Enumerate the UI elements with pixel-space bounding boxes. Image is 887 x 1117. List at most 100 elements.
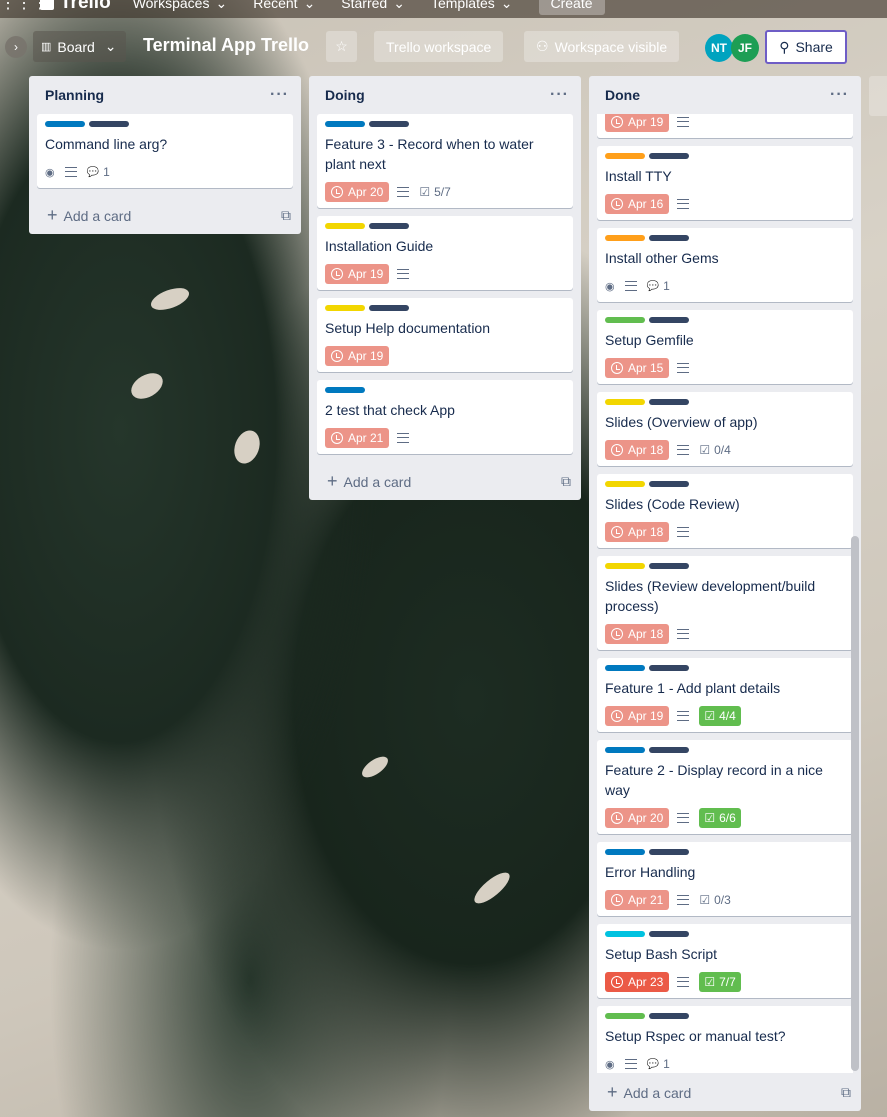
workspace-button[interactable]: Trello workspace xyxy=(374,31,504,62)
card[interactable]: Setup Bash Script Apr 23 ☑ 7/7 xyxy=(597,924,853,998)
label-blue[interactable] xyxy=(605,665,645,671)
nav-starred[interactable]: Starred ⌄ xyxy=(341,0,405,12)
due-date-badge[interactable]: Apr 18 xyxy=(605,624,670,644)
label-navy[interactable] xyxy=(89,121,129,127)
card[interactable]: Feature 3 - Record when to water plant n… xyxy=(317,114,573,208)
card-title: Install other Gems xyxy=(605,250,719,266)
avatar[interactable]: JF xyxy=(731,34,759,62)
card[interactable]: Install TTY Apr 16 xyxy=(597,146,853,220)
label-yellow[interactable] xyxy=(605,399,645,405)
label-orange[interactable] xyxy=(605,153,645,159)
label-green[interactable] xyxy=(605,317,645,323)
due-date-badge[interactable]: Apr 18 xyxy=(605,522,670,542)
due-date-badge[interactable]: Apr 20 xyxy=(325,182,390,202)
create-button[interactable]: Create xyxy=(538,0,605,15)
trello-logo[interactable]: Trello xyxy=(40,0,111,14)
label-yellow[interactable] xyxy=(605,481,645,487)
nav-templates[interactable]: Templates ⌄ xyxy=(431,0,513,12)
due-date-badge[interactable]: Apr 19 xyxy=(325,264,390,284)
due-date-badge[interactable]: Apr 23 xyxy=(605,972,670,992)
label-navy[interactable] xyxy=(649,665,689,671)
apps-grid-icon[interactable]: ⋮⋮⋮ xyxy=(0,0,48,13)
label-navy[interactable] xyxy=(649,399,689,405)
visibility-button[interactable]: ⚇ Workspace visible xyxy=(524,31,680,62)
share-button[interactable]: ⚲ Share xyxy=(765,30,847,64)
scrollbar[interactable] xyxy=(851,536,859,1071)
card[interactable]: Command line arg? ◉ 💬 1 xyxy=(37,114,293,188)
label-orange[interactable] xyxy=(605,235,645,241)
card[interactable]: Apr 19 xyxy=(597,114,853,138)
clock-icon xyxy=(611,198,623,210)
label-navy[interactable] xyxy=(369,121,409,127)
label-navy[interactable] xyxy=(649,317,689,323)
due-date-badge[interactable]: Apr 15 xyxy=(605,358,670,378)
more-icon[interactable]: ··· xyxy=(830,86,849,104)
card[interactable]: 2 test that check App Apr 21 xyxy=(317,380,573,454)
due-date-badge[interactable]: Apr 16 xyxy=(605,194,670,214)
label-blue[interactable] xyxy=(605,849,645,855)
label-yellow[interactable] xyxy=(325,223,365,229)
more-icon[interactable]: ··· xyxy=(270,86,289,104)
add-card-button[interactable]: + Add a card ⧉ xyxy=(29,196,301,234)
label-navy[interactable] xyxy=(649,1013,689,1019)
list-title[interactable]: Doing xyxy=(325,87,365,103)
label-navy[interactable] xyxy=(649,235,689,241)
label-navy[interactable] xyxy=(649,563,689,569)
label-navy[interactable] xyxy=(369,305,409,311)
label-sky[interactable] xyxy=(605,931,645,937)
label-yellow[interactable] xyxy=(605,563,645,569)
card-badges: Apr 20 ☑ 5/7 xyxy=(325,178,565,206)
due-date-text: Apr 16 xyxy=(628,197,664,211)
card[interactable]: Slides (Review development/build process… xyxy=(597,556,853,650)
card-badges: Apr 21 xyxy=(325,424,565,452)
board-title[interactable]: Terminal App Trello xyxy=(143,35,309,56)
card[interactable]: Setup Rspec or manual test? ◉ 💬 1 xyxy=(597,1006,853,1073)
label-navy[interactable] xyxy=(649,481,689,487)
avatar[interactable]: NT xyxy=(705,34,733,62)
card[interactable]: Setup Gemfile Apr 15 xyxy=(597,310,853,384)
card[interactable]: Install other Gems ◉ 💬 1 xyxy=(597,228,853,302)
add-card-button[interactable]: + Add a card ⧉ xyxy=(309,462,581,500)
due-date-badge[interactable]: Apr 19 xyxy=(325,346,390,366)
label-blue[interactable] xyxy=(605,747,645,753)
card[interactable]: Error Handling Apr 21 ☑ 0/3 xyxy=(597,842,853,916)
due-date-badge[interactable]: Apr 21 xyxy=(605,890,670,910)
due-date-badge[interactable]: Apr 20 xyxy=(605,808,670,828)
label-blue[interactable] xyxy=(45,121,85,127)
more-icon[interactable]: ··· xyxy=(550,86,569,104)
board-view-switcher[interactable]: ▥ Board ⌄ xyxy=(33,31,126,62)
list-header[interactable]: Done ··· xyxy=(589,76,861,114)
label-green[interactable] xyxy=(605,1013,645,1019)
label-blue[interactable] xyxy=(325,121,365,127)
expand-sidebar-button[interactable]: › xyxy=(5,36,27,58)
card[interactable]: Feature 1 - Add plant details Apr 19 ☑ 4/4 xyxy=(597,658,853,732)
label-blue[interactable] xyxy=(325,387,365,393)
list-header[interactable]: Planning ··· xyxy=(29,76,301,114)
list-title[interactable]: Planning xyxy=(45,87,104,103)
template-icon[interactable]: ⧉ xyxy=(281,207,291,224)
list-title[interactable]: Done xyxy=(605,87,640,103)
label-navy[interactable] xyxy=(369,223,409,229)
due-date-badge[interactable]: Apr 21 xyxy=(325,428,390,448)
due-date-badge[interactable]: Apr 18 xyxy=(605,440,670,460)
card[interactable]: Installation Guide Apr 19 xyxy=(317,216,573,290)
due-date-badge[interactable]: Apr 19 xyxy=(605,114,670,132)
next-list-edge[interactable] xyxy=(869,76,887,116)
due-date-badge[interactable]: Apr 19 xyxy=(605,706,670,726)
nav-recent[interactable]: Recent ⌄ xyxy=(253,0,315,12)
label-navy[interactable] xyxy=(649,153,689,159)
label-navy[interactable] xyxy=(649,849,689,855)
star-board-button[interactable]: ☆ xyxy=(326,31,357,62)
card[interactable]: Setup Help documentation Apr 19 xyxy=(317,298,573,372)
card[interactable]: Feature 2 - Display record in a nice way… xyxy=(597,740,853,834)
label-yellow[interactable] xyxy=(325,305,365,311)
card[interactable]: Slides (Overview of app) Apr 18 ☑ 0/4 xyxy=(597,392,853,466)
add-card-button[interactable]: + Add a card ⧉ xyxy=(589,1073,861,1111)
label-navy[interactable] xyxy=(649,931,689,937)
template-icon[interactable]: ⧉ xyxy=(841,1084,851,1101)
label-navy[interactable] xyxy=(649,747,689,753)
card[interactable]: Slides (Code Review) Apr 18 xyxy=(597,474,853,548)
nav-workspaces[interactable]: Workspaces ⌄ xyxy=(133,0,228,12)
list-header[interactable]: Doing ··· xyxy=(309,76,581,114)
template-icon[interactable]: ⧉ xyxy=(561,473,571,490)
